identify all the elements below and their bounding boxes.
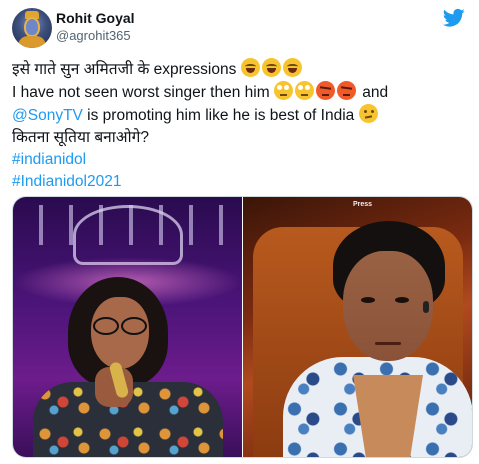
judge-mouth <box>375 342 401 345</box>
tweet-card: Rohit Goyal @agrohit365 इसे गाते सुन अमि… <box>0 0 479 464</box>
line3-text: is promoting him like he is best of Indi… <box>82 107 355 124</box>
photo-judge[interactable]: Press <box>243 197 472 457</box>
avatar-body <box>18 36 46 48</box>
mention-link[interactable]: @SonyTV <box>12 107 83 124</box>
user-handle[interactable]: @agrohit365 <box>56 28 131 43</box>
judge-eye <box>361 297 375 303</box>
joy-emoji-icon <box>240 58 260 77</box>
media-grid: Press <box>12 196 473 458</box>
line2-text: I have not seen worst singer then him <box>12 84 270 101</box>
joy-emoji-icon <box>282 58 302 77</box>
tweet-line-2: I have not seen worst singer then him an… <box>12 81 472 104</box>
twitter-bird-icon[interactable] <box>443 8 465 28</box>
line1-text: इसे गाते सुन अमितजी के expressions <box>12 61 237 78</box>
joy-emoji-icon <box>261 58 281 77</box>
rolling-eyes-emoji-icon <box>273 81 293 100</box>
hashtag-link[interactable]: #Indianidol2021 <box>12 171 472 193</box>
line2-suffix: and <box>362 84 389 101</box>
tweet-line-4: कितना सूतिया बनाओगे? <box>12 129 149 146</box>
user-name[interactable]: Rohit Goyal <box>56 10 135 26</box>
singer-glasses <box>93 317 147 335</box>
hashtag-link[interactable]: #indianidol <box>12 149 472 171</box>
tweet-text: इसे गाते सुन अमितजी के expressions I hav… <box>12 58 472 193</box>
stage-lotus-decor <box>73 205 183 265</box>
angry-emoji-icon <box>315 81 335 100</box>
photo-singer[interactable] <box>13 197 242 457</box>
earpiece <box>423 301 429 313</box>
rolling-eyes-emoji-icon <box>294 81 314 100</box>
tweet-line-1: इसे गाते सुन अमितजी के expressions <box>12 58 472 81</box>
avatar-face <box>24 17 40 37</box>
tweet-line-3: @SonyTV is promoting him like he is best… <box>12 104 472 127</box>
press-label: Press <box>353 201 373 208</box>
avatar[interactable] <box>12 8 52 48</box>
angry-emoji-icon <box>336 81 356 100</box>
confused-emoji-icon <box>358 104 378 123</box>
judge-eye <box>395 297 409 303</box>
